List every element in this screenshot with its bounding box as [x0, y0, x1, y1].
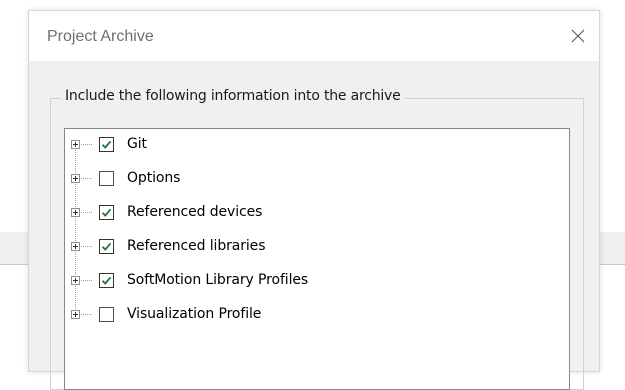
- tree-connector: [81, 314, 92, 315]
- tree-item[interactable]: Options: [65, 163, 565, 197]
- tree-item-label: Referenced libraries: [127, 238, 266, 254]
- tree-item-label: Visualization Profile: [127, 306, 262, 322]
- tree-item-label: Git: [127, 136, 147, 152]
- tree-connector: [81, 144, 92, 145]
- tree-connector: [81, 212, 92, 213]
- checkmark-icon: [101, 242, 112, 251]
- close-icon: [571, 29, 585, 43]
- archive-items-tree[interactable]: Git Options Referenced devices Referenced l…: [64, 128, 570, 390]
- tree-item-checkbox[interactable]: [99, 307, 114, 322]
- expand-icon[interactable]: [71, 174, 80, 183]
- checkmark-icon: [101, 276, 112, 285]
- archive-options-groupbox: Include the following information into t…: [50, 88, 584, 390]
- expand-icon[interactable]: [71, 276, 80, 285]
- tree-item[interactable]: Git: [65, 129, 565, 163]
- tree-item-checkbox[interactable]: [99, 239, 114, 254]
- tree-item-checkbox[interactable]: [99, 137, 114, 152]
- tree-connector: [81, 178, 92, 179]
- expand-icon[interactable]: [71, 140, 80, 149]
- expand-icon[interactable]: [71, 310, 80, 319]
- close-button[interactable]: [561, 21, 595, 51]
- project-archive-dialog: Project Archive Include the following in…: [28, 10, 600, 390]
- tree-item-checkbox[interactable]: [99, 171, 114, 186]
- tree-item[interactable]: Visualization Profile: [65, 299, 565, 333]
- tree-connector: [81, 246, 92, 247]
- tree-item-checkbox[interactable]: [99, 205, 114, 220]
- tree-item-label: Referenced devices: [127, 204, 263, 220]
- tree-item-label: SoftMotion Library Profiles: [127, 272, 309, 288]
- expand-icon[interactable]: [71, 208, 80, 217]
- tree-item-checkbox[interactable]: [99, 273, 114, 288]
- checkmark-icon: [101, 208, 112, 217]
- tree-item[interactable]: Referenced libraries: [65, 231, 565, 265]
- tree-connector: [81, 280, 92, 281]
- tree-item-label: Options: [127, 170, 181, 186]
- checkmark-icon: [101, 140, 112, 149]
- dialog-title: Project Archive: [47, 28, 154, 45]
- dialog-titlebar: Project Archive: [29, 11, 599, 61]
- groupbox-legend: Include the following information into t…: [61, 88, 405, 104]
- expand-icon[interactable]: [71, 242, 80, 251]
- tree-item[interactable]: Referenced devices: [65, 197, 565, 231]
- tree-item[interactable]: SoftMotion Library Profiles: [65, 265, 565, 299]
